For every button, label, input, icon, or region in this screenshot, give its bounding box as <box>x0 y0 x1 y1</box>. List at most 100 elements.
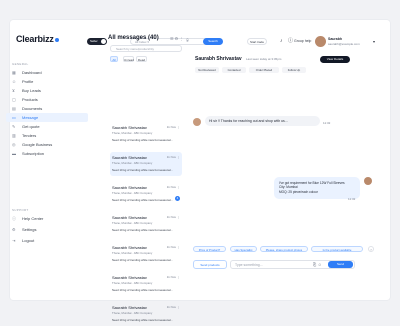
conversation-time: 11 Nov <box>166 155 176 159</box>
sidebar-item-profile[interactable]: ☺ Profile <box>6 77 88 86</box>
sidebar-item-buy-leads[interactable]: ⊻ Buy Leads <box>6 86 88 95</box>
user-avatar[interactable] <box>315 36 326 47</box>
bell-icon[interactable]: ♪ <box>280 38 283 45</box>
filter-chip-all[interactable]: All <box>110 56 118 62</box>
dashboard-icon: ▦ <box>12 70 16 75</box>
more-icon[interactable]: ⋮ <box>177 155 180 159</box>
start-trade-button[interactable]: Start trade <box>247 38 267 45</box>
filter-chip-read[interactable]: Read <box>136 56 147 62</box>
sidebar-item-settings[interactable]: ⚙ Settings <box>6 225 88 234</box>
conversation-time: 11 Nov <box>166 305 176 309</box>
conversation-subtitle: Thane, Mumbai · ABC Company <box>112 281 153 285</box>
conversation-preview: Need 10 kg of trending white rava but se… <box>112 318 173 322</box>
status-tag-not-reviewed[interactable]: Not Reviewed <box>195 67 219 73</box>
sidebar-item-products[interactable]: ▢ Products <box>6 95 88 104</box>
more-icon[interactable]: ⋮ <box>177 215 180 219</box>
conversation-item[interactable]: Saurabh Shrivastav 11 Nov Thane, Mumbai · … <box>110 212 182 236</box>
logo-dot-icon <box>54 38 59 42</box>
status-tag-contacted[interactable]: Contacted <box>222 67 246 73</box>
user-icon: ☺ <box>12 79 17 84</box>
sidebar-item-documents[interactable]: ▤ Documents <box>6 104 88 113</box>
messages-title: All messages (40) <box>108 35 159 41</box>
sidebar-general-label: GENERAL <box>12 62 29 66</box>
contact-name: Saurabh Shrivastav <box>112 275 147 280</box>
card-icon: ▬ <box>12 151 16 156</box>
conversation-preview: Need 10 kg of trending white rava but se… <box>112 168 173 172</box>
sidebar-item-label: Profile <box>22 79 34 84</box>
conversation-item[interactable]: Saurabh Shrivastav 11 Nov Thane, Mumbai · … <box>110 182 182 206</box>
conversation-item[interactable]: Saurabh Shrivastav 11 Nov Thane, Mumbai · … <box>110 242 182 266</box>
brand-logo[interactable]: Clearbizz <box>16 34 59 44</box>
unread-badge: 4 <box>175 196 180 201</box>
incoming-time: 11:32 <box>323 121 331 125</box>
chevron-down-icon[interactable]: ▾ <box>373 38 375 45</box>
quick-reply-chip[interactable]: Please, share product photos <box>260 246 308 252</box>
sidebar-item-subscription[interactable]: ▬ Subscription <box>6 149 88 158</box>
search-button[interactable]: Search <box>203 38 223 45</box>
conversation-preview: Need 10 kg of trending white rava but se… <box>112 138 173 142</box>
more-icon[interactable]: ⋮ <box>177 275 180 279</box>
emoji-icon[interactable]: ☺ <box>318 262 324 267</box>
list-actions: ☰⚙⋮ <box>170 36 184 41</box>
conversation-subtitle: Thane, Mumbai · ABC Company <box>112 221 153 225</box>
message-icon: ▭ <box>12 115 16 120</box>
sidebar-item-google-business[interactable]: ◎ Google Business <box>6 140 88 149</box>
conversation-time: 11 Nov <box>166 125 176 129</box>
more-icon[interactable]: ⋮ <box>179 36 184 41</box>
sidebar-item-label: Tenders <box>22 133 37 138</box>
conversation-preview: Need 10 kg of trending white rava but se… <box>112 228 173 232</box>
outgoing-line: MOQ: 25 piece/each colour <box>279 189 318 194</box>
message-search-input[interactable]: Search by name/product/city <box>110 45 182 52</box>
logout-icon: ⇥ <box>12 238 16 243</box>
sidebar-item-get-quote[interactable]: ✎ Get quote <box>6 122 88 131</box>
quick-reply-chip[interactable]: Price of Product? <box>193 246 226 252</box>
sidebar-item-tenders[interactable]: ▥ Tenders <box>6 131 88 140</box>
sidebar-item-label: Documents <box>22 106 43 111</box>
incoming-message: Hi sir !! Thanks for reaching out and sh… <box>205 116 320 126</box>
conversation-time: 11 Nov <box>166 245 176 249</box>
status-tag-follow-up[interactable]: Follow Up <box>282 67 306 73</box>
conversation-time: 11 Nov <box>166 275 176 279</box>
sidebar-item-label: Subscription <box>22 151 45 156</box>
contact-name: Saurabh Shrivastav <box>112 215 147 220</box>
contact-name: Saurabh Shrivastav <box>112 245 147 250</box>
conversation-item[interactable]: Saurabh Shrivastav 11 Nov Thane, Mumbai · … <box>110 152 182 176</box>
chevron-right-icon[interactable]: › <box>368 246 374 252</box>
status-tag-order-placed[interactable]: Order Placed <box>249 67 279 73</box>
conversation-item[interactable]: Saurabh Shrivastav 11 Nov Thane, Mumbai · … <box>110 272 182 296</box>
conversation-subtitle: Thane, Mumbai · ABC Company <box>112 131 153 135</box>
quick-reply-chip[interactable]: Is the product available <box>311 246 363 252</box>
sidebar-item-label: Get quote <box>22 124 40 129</box>
conversation-subtitle: Thane, Mumbai · ABC Company <box>112 161 153 165</box>
group-help-link[interactable]: Group help <box>294 38 311 45</box>
sidebar-item-message[interactable]: ▭ Message <box>6 113 88 122</box>
chat-last-seen: Last seen today at 3:45pm <box>246 57 282 61</box>
sidebar-support-label: SUPPORT <box>12 208 29 212</box>
sidebar-item-logout[interactable]: ⇥ Logout <box>6 236 88 245</box>
sidebar-item-help-center[interactable]: ⓘ Help Center <box>6 214 88 223</box>
user-name: Saurabh <box>328 37 343 41</box>
view-details-button[interactable]: View Details <box>320 56 350 63</box>
conversation-item[interactable]: Saurabh Shrivastav 11 Nov Thane, Mumbai · … <box>110 302 182 326</box>
contact-name: Saurabh Shrivastav <box>112 125 147 130</box>
outgoing-message: I've got requirement for Blue 12W Full S… <box>274 177 360 199</box>
conversation-item[interactable]: Saurabh Shrivastav 11 Nov Thane, Mumbai · … <box>110 122 182 146</box>
camera-icon[interactable]: ⌾ <box>186 39 189 44</box>
send-products-button[interactable]: Send products <box>193 260 227 269</box>
sidebar-item-label: Logout <box>22 238 35 243</box>
more-icon[interactable]: ⋮ <box>177 185 180 189</box>
more-icon[interactable]: ⋮ <box>177 305 180 309</box>
brand-logo-text: Clearbizz <box>16 34 54 44</box>
conversation-preview: Need 10 kg of trending white rava but se… <box>112 258 173 262</box>
mode-toggle[interactable]: Seller <box>87 38 107 45</box>
filter-chip-unread[interactable]: Unread <box>123 56 134 62</box>
more-icon[interactable]: ⋮ <box>177 245 180 249</box>
help-icon[interactable]: ⓘ <box>288 38 293 45</box>
sidebar-item-dashboard[interactable]: ▦ Dashboard <box>6 68 88 77</box>
cart-icon: ⊻ <box>12 88 15 93</box>
user-email: saurabh@example.com <box>328 42 360 46</box>
quick-reply-chip[interactable]: Has Specialist <box>230 246 257 252</box>
more-icon[interactable]: ⋮ <box>177 125 180 129</box>
contact-name: Saurabh Shrivastav <box>112 185 147 190</box>
send-button[interactable]: Send <box>328 261 353 268</box>
